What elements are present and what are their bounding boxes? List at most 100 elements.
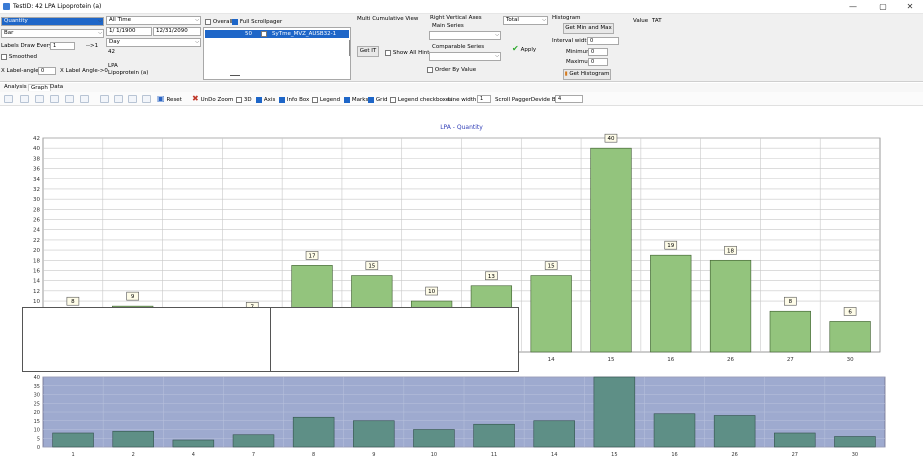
series-row[interactable]: 50 SyTme_MVZ_AUSB32-1 — [205, 30, 349, 38]
smoothed-check-icon — [1, 53, 7, 60]
main-series-combo[interactable]: ⌵ — [429, 31, 501, 40]
order-by-value-checkbox[interactable]: Order By Value — [427, 66, 476, 73]
navigator-x-tick-label: 2 — [132, 452, 135, 458]
measure-combo[interactable]: Quantity ⌵ — [1, 17, 104, 26]
info-box-check-icon — [279, 96, 285, 103]
order-by-value-check-icon — [427, 66, 433, 73]
info-box-label: Info Box — [286, 97, 310, 103]
chart-type-combo[interactable]: Bar ⌵ — [1, 29, 104, 38]
navigator-x-tick-label: 30 — [852, 452, 858, 458]
minimum-value: 0 — [591, 49, 595, 55]
marks-checkbox[interactable]: Marks — [344, 96, 368, 103]
order-by-value-label: Order By Value — [434, 67, 477, 73]
data-label: 10 — [428, 289, 435, 295]
navigator-y-tick-label: 30 — [34, 393, 40, 399]
chevron-down-icon: ⌵ — [98, 30, 102, 36]
pointer-icon[interactable] — [4, 95, 13, 103]
granularity-combo[interactable]: Day ⌵ — [106, 38, 201, 47]
edit-icon[interactable] — [100, 95, 109, 103]
y-tick-label: 20 — [33, 248, 40, 254]
apply-label: Apply — [520, 47, 537, 53]
period-combo[interactable]: All Time ⌵ — [106, 16, 201, 25]
axis-checkbox[interactable]: Axis — [256, 96, 275, 103]
labels-draw-every-spinner[interactable]: 1 — [50, 42, 75, 50]
navigator-bar — [593, 376, 636, 448]
close-button[interactable]: ✕ — [900, 2, 920, 12]
comparable-series-label: Comparable Series — [432, 44, 485, 50]
interval-width-spinner[interactable]: 0 — [587, 37, 619, 45]
copy-icon[interactable] — [128, 95, 137, 103]
zoom-icon[interactable] — [50, 95, 59, 103]
comparable-series-combo[interactable]: ⌵ — [429, 52, 501, 61]
get-histogram-button[interactable]: ▮ Get Histogram — [563, 69, 611, 80]
3d-checkbox[interactable]: 3D — [236, 96, 252, 103]
test-code-text: LPA — [108, 63, 118, 69]
navigator-y-tick-label: 5 — [37, 436, 40, 442]
get-it-button[interactable]: Get IT — [357, 46, 379, 57]
x-tick-label: 27 — [787, 357, 794, 363]
grid-label: Grid — [375, 97, 388, 103]
legend-checkbox[interactable]: Legend — [312, 96, 340, 103]
grid-check-icon — [368, 96, 374, 103]
navigator-x-tick-label: 14 — [551, 452, 557, 458]
tab-data[interactable]: Data — [48, 84, 65, 90]
scroll-pager-divide-spinner[interactable]: 4 — [555, 95, 583, 103]
x-label-angle-spinner[interactable]: 0 — [38, 67, 56, 75]
maximize-button[interactable]: ▢ — [873, 2, 893, 12]
show-all-hint-checkbox[interactable]: Show All Hint — [385, 49, 429, 56]
value-label: Value — [633, 18, 649, 24]
depth-icon[interactable] — [65, 95, 74, 103]
get-min-max-button[interactable]: Get Min and Max — [563, 23, 614, 34]
full-scrollpager-label: Full Scrollpager — [239, 19, 283, 25]
smoothed-checkbox[interactable]: Smoothed — [1, 53, 37, 60]
checkmark-icon: ✔ — [512, 44, 519, 53]
undo-zoom-button[interactable]: ✖ UnDo Zoom — [192, 94, 233, 103]
chevron-down-icon: ⌵ — [98, 18, 102, 24]
line-width-spinner[interactable]: 1 — [477, 95, 491, 103]
navigator-x-tick-label: 1 — [71, 452, 74, 458]
date-to-picker[interactable]: 12/31/2090 — [153, 27, 201, 36]
series-list[interactable]: 50 SyTme_MVZ_AUSB32-1 — [203, 27, 351, 80]
get-histogram-label: Get Histogram — [569, 71, 610, 77]
chevron-down-icon: ⌵ — [195, 39, 199, 45]
chart-title: LPA - Quantity — [440, 124, 483, 131]
3d-check-icon — [236, 96, 242, 103]
interval-width-value: 0 — [590, 38, 594, 44]
series-divider — [230, 75, 240, 76]
y-tick-label: 22 — [33, 238, 40, 244]
marks-check-icon — [344, 96, 350, 103]
grid-checkbox[interactable]: Grid — [368, 96, 387, 103]
maximum-input[interactable]: 0 — [588, 58, 608, 66]
legend-checkboxes-checkbox[interactable]: Legend checkboxes — [390, 96, 452, 103]
navigator-bar — [413, 429, 455, 448]
navigator-x-tick-label: 9 — [372, 452, 375, 458]
3d-view-icon[interactable] — [80, 95, 89, 103]
x-label-angle-value: 0 — [41, 68, 45, 74]
navigator-bar-chart[interactable]: 0 5 10 15 20 25 30 35 40 1 2 4 7 8 9 10 11 14 15 16 26 27 30 — [0, 371, 923, 463]
tab-analysis[interactable]: Analysis — [2, 84, 29, 90]
rotate-icon[interactable] — [20, 95, 29, 103]
date-from-picker[interactable]: 1/ 1/1900 — [106, 27, 152, 36]
minimum-input[interactable]: 0 — [588, 48, 608, 56]
overall-checkbox[interactable]: Overall — [205, 18, 233, 25]
labels-draw-every-value: 1 — [53, 43, 57, 49]
navigator-y-tick-label: 20 — [34, 410, 40, 416]
reset-button[interactable]: ▣ Reset — [157, 94, 182, 103]
apply-button[interactable]: ✔ Apply — [512, 44, 536, 53]
navigator-x-tick-label: 16 — [671, 452, 677, 458]
minimize-button[interactable]: — — [843, 2, 863, 12]
bar — [650, 254, 692, 353]
y-tick-label: 28 — [33, 207, 40, 213]
legend-checkboxes-check-icon — [390, 96, 396, 103]
move-icon[interactable] — [35, 95, 44, 103]
print-icon[interactable] — [114, 95, 123, 103]
control-panel: Quantity ⌵ Bar ⌵ Labels Draw Every 1 -->1 … — [0, 14, 923, 82]
navigator-x-tick-label: 10 — [431, 452, 437, 458]
save-icon[interactable] — [142, 95, 151, 103]
info-box-checkbox[interactable]: Info Box — [279, 96, 309, 103]
full-scrollpager-checkbox[interactable]: Full Scrollpager — [232, 18, 282, 25]
info-box-panel — [22, 307, 519, 372]
y-tick-label: 12 — [33, 289, 40, 295]
series-scrollbar[interactable] — [349, 40, 350, 56]
total-combo[interactable]: Total ⌵ — [503, 16, 548, 25]
